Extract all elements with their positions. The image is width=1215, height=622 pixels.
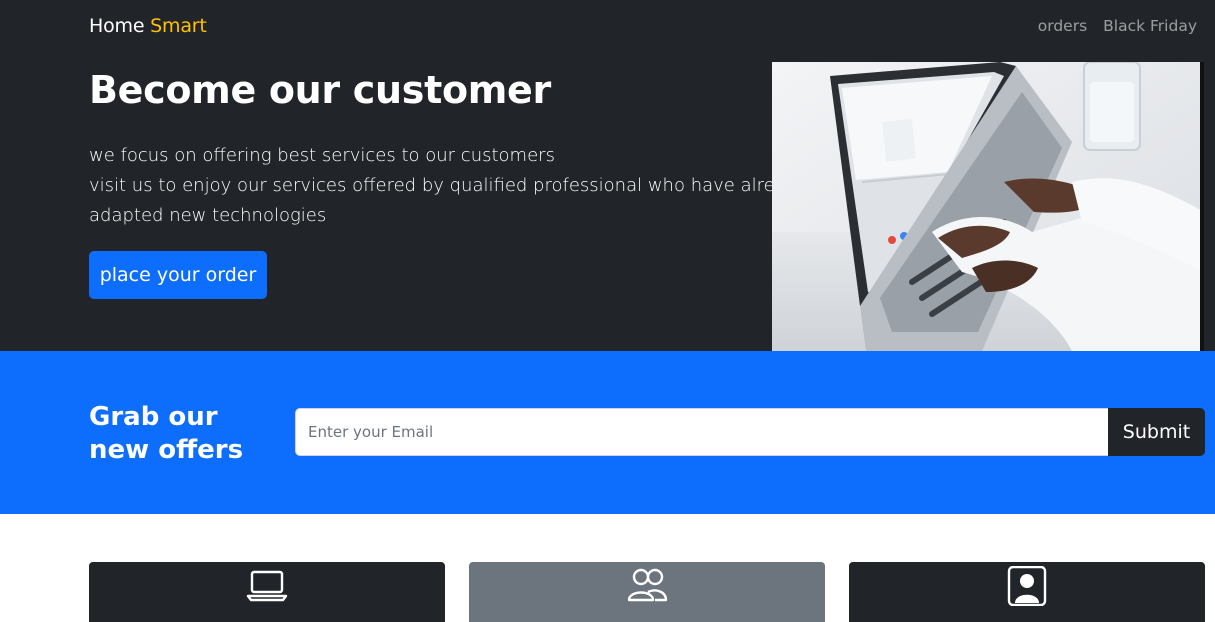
brand-accent: Smart (150, 15, 207, 37)
submit-button[interactable]: Submit (1108, 408, 1205, 456)
feature-card-person (849, 562, 1205, 622)
laptop-icon (246, 570, 288, 602)
nav-links: orders Black Friday (1038, 17, 1197, 35)
laptop-typing-photo (772, 62, 1201, 351)
feature-cards (0, 514, 1215, 622)
email-input[interactable] (295, 408, 1109, 456)
feature-card-laptop (89, 562, 445, 622)
hero-line-2: visit us to enjoy our services offered b… (89, 175, 808, 196)
brand-main: Home (89, 15, 145, 37)
hero-description: we focus on offering best services to ou… (89, 141, 808, 231)
nav-link-orders[interactable]: orders (1038, 17, 1087, 35)
place-order-button[interactable]: place your order (89, 251, 267, 299)
people-icon (627, 568, 668, 602)
offers-title: Grab our new offers (89, 402, 244, 465)
navbar: Home Smart orders Black Friday (0, 0, 1215, 54)
offers-section: Grab our new offers Submit (0, 351, 1215, 514)
nav-link-black-friday[interactable]: Black Friday (1103, 17, 1197, 35)
hero-line-1: we focus on offering best services to ou… (89, 145, 555, 166)
brand-logo[interactable]: Home Smart (89, 15, 207, 37)
person-square-icon (1007, 566, 1047, 606)
hero-title: Become our customer (89, 68, 551, 112)
feature-card-people (469, 562, 825, 622)
hero-image (772, 62, 1204, 351)
hero-line-3: adapted new technologies (89, 205, 327, 226)
